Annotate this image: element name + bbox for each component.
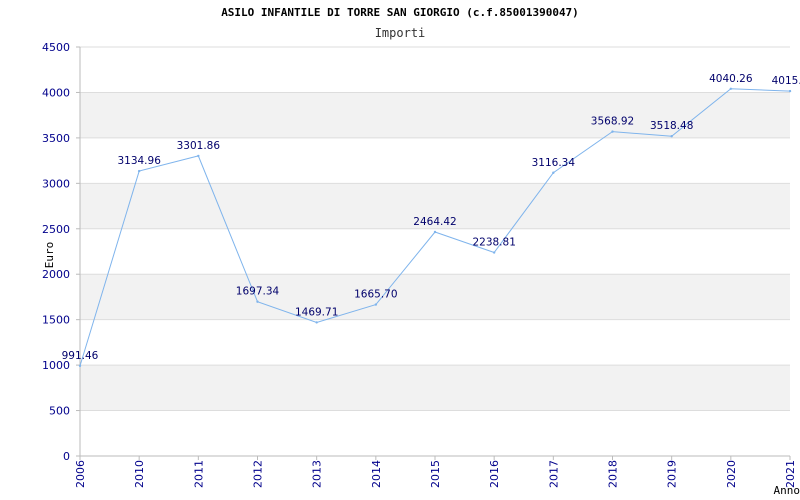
- y-tick-label: 2000: [42, 268, 70, 281]
- chart-container: 0 500 1000 1500 2000 2500 3000 3500 4000 4500 200…: [0, 0, 800, 500]
- data-label: 3116.34: [532, 157, 576, 169]
- data-label: 3301.86: [177, 140, 221, 152]
- data-point: [492, 251, 496, 254]
- data-point: [374, 303, 378, 306]
- data-point: [78, 364, 82, 368]
- x-tick-label: 2016: [488, 460, 501, 488]
- x-tick-label: 2017: [547, 460, 560, 488]
- y-tick-label: 3000: [42, 177, 70, 190]
- data-point: [433, 230, 437, 234]
- data-point: [256, 300, 259, 303]
- data-label: 3568.92: [591, 116, 634, 128]
- x-tick-label: 2014: [370, 460, 383, 488]
- data-label: 4040.26: [709, 73, 753, 85]
- y-tick-label: 4000: [42, 86, 70, 99]
- y-axis-label: Euro: [43, 242, 56, 269]
- data-label: 991.46: [62, 350, 99, 362]
- chart-subtitle: Importi: [375, 26, 426, 40]
- data-point: [729, 87, 733, 90]
- data-point: [552, 171, 555, 174]
- data-point: [611, 130, 614, 133]
- x-tick-label: 2020: [725, 460, 738, 488]
- x-tick-label: 2019: [666, 460, 679, 488]
- x-axis-label: Anno: [774, 484, 800, 497]
- data-label: 1469.71: [295, 306, 338, 318]
- data-label: 1697.34: [236, 286, 280, 298]
- x-tick-label: 2011: [192, 460, 205, 488]
- y-tick-label: 1500: [42, 314, 70, 327]
- y-tick-label: 2500: [42, 223, 70, 236]
- data-point: [788, 89, 792, 93]
- data-point: [315, 321, 318, 324]
- x-tick-label: 2015: [429, 460, 442, 488]
- x-tick-label: 2012: [252, 460, 265, 488]
- x-tick-label: 2013: [311, 460, 324, 488]
- data-label: 1665.70: [354, 289, 397, 301]
- band-1: [80, 365, 790, 411]
- x-tick-label: 2018: [607, 460, 620, 488]
- data-point: [137, 169, 141, 173]
- x-tick-labels: 2006 2010 2011 2012 2013 2014 2015 2016 2017 2018…: [74, 460, 797, 488]
- data-label: 3518.48: [650, 120, 693, 132]
- line-chart: 050010001500200025003000350040004500 200…: [42, 6, 800, 497]
- y-tick-label: 0: [63, 450, 70, 463]
- y-tick-label: 500: [49, 405, 70, 418]
- band-3: [80, 274, 790, 320]
- x-tick-label: 2010: [133, 460, 146, 488]
- data-label: 4015.2: [772, 75, 800, 87]
- chart-title: ASILO INFANTILE DI TORRE SAN GIORGIO (c.…: [221, 6, 579, 19]
- x-tick-label: 2006: [74, 460, 87, 488]
- data-point: [670, 135, 673, 138]
- data-label: 2238.81: [472, 237, 515, 249]
- y-tick-label: 4500: [42, 41, 70, 54]
- data-label: 2464.42: [413, 216, 456, 228]
- data-point: [197, 154, 200, 158]
- y-tick-label: 3500: [42, 132, 70, 145]
- data-label: 3134.96: [117, 155, 161, 167]
